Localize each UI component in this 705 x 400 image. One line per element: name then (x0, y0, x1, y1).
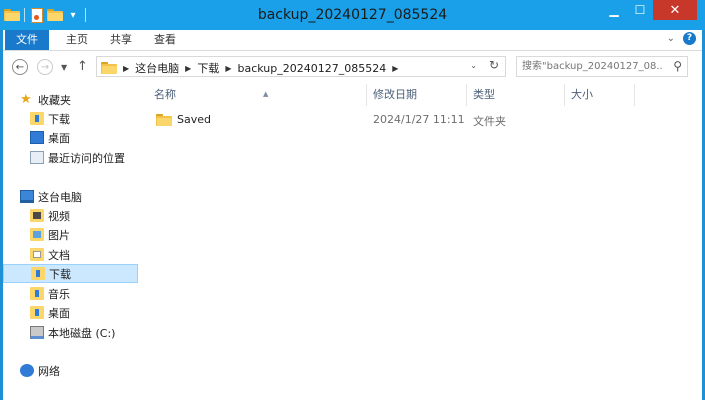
chevron-down-icon: ▼ (61, 63, 68, 72)
desktop-icon (30, 131, 44, 144)
nav-favorites-label: 收藏夹 (38, 93, 71, 107)
nav-pc-downloads[interactable]: 下载 (3, 264, 138, 283)
up-button[interactable]: ↑ (77, 59, 88, 74)
nav-item-label: 本地磁盘 (C:) (48, 326, 116, 340)
desktop-folder-icon (30, 306, 44, 319)
window-controls: ▁ ☐ ✕ (601, 0, 697, 20)
breadcrumb-arrow-icon[interactable]: ▶ (123, 64, 129, 73)
breadcrumb-arrow-icon[interactable]: ▶ (225, 64, 231, 73)
column-header-label: 大小 (571, 88, 593, 101)
tab-file[interactable]: 文件 (5, 30, 49, 50)
nav-item-label: 桌面 (48, 306, 70, 320)
column-header-label: 类型 (473, 88, 495, 101)
breadcrumb-arrow-icon[interactable]: ▶ (185, 64, 191, 73)
search-box[interactable]: ⚲ (516, 56, 688, 77)
ribbon-tabs: 文件 主页 共享 查看 ⌄ ? (3, 30, 702, 51)
back-button[interactable]: ← (12, 59, 28, 75)
sort-ascending-icon: ▲ (263, 90, 269, 98)
nav-item-label: 视频 (48, 209, 70, 223)
address-bar[interactable]: ▶ 这台电脑 ▶ 下载 ▶ backup_20240127_085524 ▶ ⌄… (96, 56, 506, 77)
nav-item-label: 桌面 (48, 131, 70, 145)
tab-home[interactable]: 主页 (59, 30, 95, 50)
nav-item-label: 下载 (48, 112, 70, 126)
nav-this-pc-label: 这台电脑 (38, 190, 82, 204)
nav-item-label: 音乐 (48, 287, 70, 301)
close-button[interactable]: ✕ (653, 0, 697, 20)
search-input[interactable] (522, 59, 662, 74)
breadcrumb-arrow-icon[interactable]: ▶ (392, 64, 398, 73)
folder-icon (156, 113, 172, 126)
column-header-modified[interactable]: 修改日期 (367, 84, 467, 106)
star-icon: ★ (20, 92, 32, 107)
close-icon: ✕ (669, 2, 681, 18)
breadcrumb-downloads[interactable]: 下载 (197, 60, 219, 76)
network-icon (20, 364, 34, 377)
nav-item-label: 最近访问的位置 (48, 151, 125, 165)
expand-ribbon-button[interactable]: ⌄ (667, 33, 675, 44)
folder-icon (101, 62, 117, 74)
recent-places-icon (30, 151, 44, 164)
window-title: backup_20240127_085524 (257, 7, 448, 23)
chevron-down-icon: ⌄ (666, 33, 675, 44)
file-type: 文件夹 (473, 115, 506, 128)
column-header-type[interactable]: 类型 (467, 84, 565, 106)
arrow-right-icon: → (40, 62, 50, 73)
pictures-icon (30, 228, 44, 241)
documents-icon (30, 248, 44, 261)
chevron-down-icon: ⌄ (470, 61, 477, 70)
file-name: Saved (177, 113, 211, 126)
search-icon[interactable]: ⚲ (673, 59, 682, 73)
breadcrumb: ▶ 这台电脑 ▶ 下载 ▶ backup_20240127_085524 ▶ (101, 60, 398, 76)
file-name-cell: Saved (156, 113, 211, 126)
breadcrumb-this-pc[interactable]: 这台电脑 (135, 60, 179, 76)
column-header-size[interactable]: 大小 (565, 84, 635, 106)
arrow-left-icon: ← (15, 62, 25, 73)
nav-this-pc[interactable]: 这台电脑 (20, 187, 155, 206)
computer-icon (20, 190, 34, 203)
ribbon-right-controls: ⌄ ? (667, 32, 696, 45)
downloads-icon (30, 112, 44, 125)
nav-network[interactable]: 网络 (20, 361, 155, 380)
arrow-up-icon: ↑ (77, 59, 88, 74)
column-header-label: 修改日期 (373, 88, 417, 101)
nav-network-label: 网络 (38, 364, 60, 378)
minimize-icon: ▁ (609, 3, 619, 17)
recent-locations-button[interactable]: ▼ (61, 63, 67, 72)
music-icon (30, 287, 44, 300)
navigation-pane: ★ 收藏夹 下载 桌面 最近访问的位置 这台电脑 视频 图片 文档 下载 音乐 … (3, 84, 138, 400)
breadcrumb-backup-folder[interactable]: backup_20240127_085524 (237, 62, 386, 75)
nav-item-label: 图片 (48, 228, 70, 242)
column-header-name[interactable]: ▲ 名称 (148, 84, 367, 106)
address-history-button[interactable]: ⌄ (470, 61, 477, 70)
videos-icon (30, 209, 44, 222)
help-button[interactable]: ? (683, 32, 696, 45)
maximize-icon: ☐ (634, 3, 646, 17)
tab-share[interactable]: 共享 (103, 30, 139, 50)
refresh-icon: ↻ (488, 58, 499, 72)
nav-favorites[interactable]: ★ 收藏夹 (20, 90, 155, 109)
column-header-label: 名称 (154, 88, 176, 101)
nav-item-label: 文档 (48, 248, 70, 262)
help-icon: ? (686, 33, 693, 43)
downloads-icon (31, 267, 45, 280)
tab-view[interactable]: 查看 (147, 30, 183, 50)
maximize-button[interactable]: ☐ (627, 0, 653, 20)
minimize-button[interactable]: ▁ (601, 0, 627, 20)
file-row[interactable]: Saved 2024/1/27 11:11 文件夹 (148, 110, 705, 130)
hard-drive-icon (30, 326, 44, 339)
forward-button[interactable]: → (37, 59, 53, 75)
file-list: ▲ 名称 修改日期 类型 大小 Saved 2024/1/27 11:11 文件… (140, 84, 693, 400)
nav-item-label: 下载 (49, 267, 71, 281)
title-bar: ▾ backup_20240127_085524 ▁ ☐ ✕ (0, 0, 705, 30)
file-modified: 2024/1/27 11:11 (373, 113, 465, 126)
navigation-bar: ← → ▼ ↑ ▶ 这台电脑 ▶ 下载 ▶ backup_20240127_08… (3, 51, 702, 83)
refresh-button[interactable]: ↻ (489, 58, 499, 72)
